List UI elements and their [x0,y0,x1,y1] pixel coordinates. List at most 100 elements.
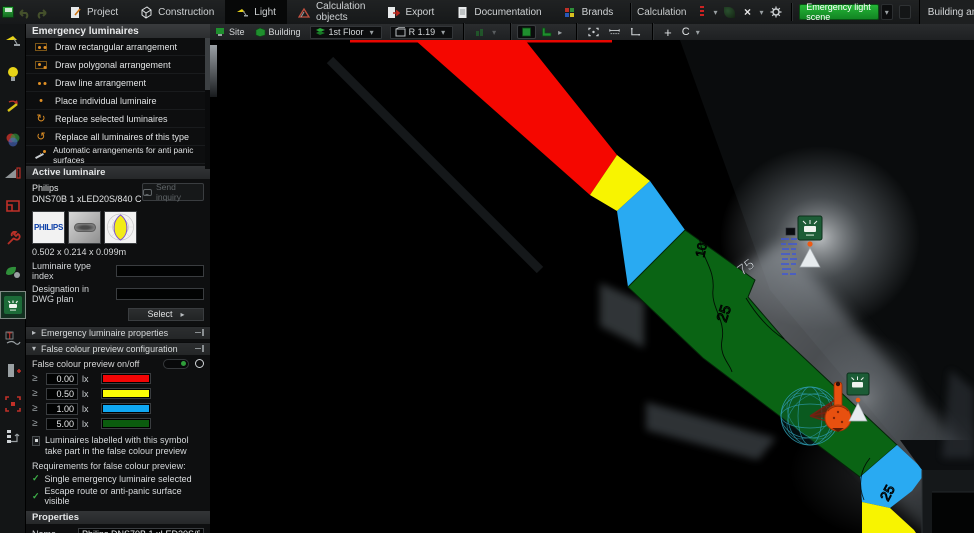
light-scene-button[interactable]: Emergency light scene [799,4,878,20]
calculation-status-button[interactable] [693,2,711,22]
save-button[interactable] [2,3,14,21]
tab-light[interactable]: Light [225,0,287,24]
calculation-dropdown[interactable]: ▾ [711,8,721,17]
type-index-input[interactable] [116,265,204,277]
emergency-luminaire-icon [3,295,23,315]
tool-draw-polygonal[interactable]: Draw polygonal arrangement [26,56,210,74]
false-colour-toggle[interactable] [163,359,189,369]
symbol-icon [32,436,40,446]
select-luminaire-button[interactable]: Select▸ [128,308,204,321]
tool-maintenance[interactable] [1,226,25,252]
measure-button[interactable] [604,24,625,40]
pin-icon[interactable] [195,329,204,336]
site-button[interactable]: Site [210,24,250,40]
surface-outline-icon [4,197,22,215]
name-input[interactable] [78,528,204,533]
threshold-input-3[interactable] [46,418,78,430]
name-label: Name [32,529,74,533]
tab-brands[interactable]: Brands [553,0,625,24]
wand-icon [34,150,46,160]
tab-label: Project [87,7,118,18]
tool-emergency-lighting[interactable] [1,292,25,318]
threshold-input-2[interactable] [46,403,78,415]
tool-place-individual[interactable]: •Place individual luminaire [26,92,210,110]
tab-label: Brands [582,7,614,18]
replace-icon: ↻ [34,112,48,125]
threshold-input-0[interactable] [46,373,78,385]
tool-lamps[interactable] [1,61,25,87]
tool-text-labels[interactable]: T [1,325,25,351]
caret-down-icon: ▾ [882,8,892,17]
separator [652,23,653,41]
requirements-title: Requirements for false colour preview: [32,461,204,471]
view-plan-button[interactable] [517,25,536,39]
brand-logo-thumbnail[interactable]: PHILIPS [32,211,65,244]
luminaire-photo-thumbnail[interactable] [68,211,101,244]
tool-draw-rectangular[interactable]: Draw rectangular arrangement [26,38,210,56]
light-scene-dropdown[interactable]: ▾ [881,4,893,20]
cancel-calculation-button[interactable]: × [739,2,757,22]
room-value: R 1.19 [409,27,436,37]
add-button[interactable]: + [659,24,677,40]
tool-orient-luminaire[interactable] [1,94,25,120]
polygon-arrangement-icon [34,61,48,69]
calculation-status-icon [700,6,704,18]
tab-project[interactable]: Project [58,0,129,24]
dwg-input[interactable] [116,288,204,300]
toggle-label: False colour preview on/off [32,359,139,369]
room-icon [395,27,406,37]
dimension-button[interactable] [625,24,646,40]
calculation-settings-button[interactable] [767,2,785,22]
preview-circle-icon[interactable] [195,359,204,368]
replace-all-icon: ↺ [34,130,48,143]
sign-lamp-glyph [852,382,863,388]
zoom-fit-button[interactable] [583,24,604,40]
tool-automatic-arrangements[interactable]: Automatic arrangements for anti panic su… [26,146,210,164]
leaf-icon [4,264,22,280]
tool-dimming[interactable] [1,160,25,186]
undo-button[interactable] [18,3,31,21]
threshold-input-1[interactable] [46,388,78,400]
tool-luminaires[interactable] [1,28,25,54]
tool-replace-all[interactable]: ↺Replace all luminaires of this type [26,128,210,146]
bulb-icon [5,65,21,83]
threshold-row: ≥ lx [32,418,204,430]
section-false-colour[interactable]: ▾ False colour preview configuration [26,342,210,355]
send-inquiry-button[interactable]: Send inquiry [142,183,204,201]
building-button[interactable]: Building [250,24,306,40]
polar-diagram-thumbnail[interactable] [104,211,137,244]
scene-viewport[interactable]: 10 25 75 25 [210,40,974,533]
doorway-opening [932,492,974,533]
view-3d-button[interactable]: ▸ [536,24,570,40]
tab-export[interactable]: Export [376,0,445,24]
room-selector[interactable]: R 1.19 ▾ [390,26,454,39]
cancel-dropdown[interactable]: ▾ [757,8,767,17]
section-emergency-properties[interactable]: ▸ Emergency luminaire properties [26,326,210,339]
floor-selector[interactable]: 1st Floor ▾ [310,26,382,39]
tool-energy[interactable] [1,259,25,285]
tab-documentation[interactable]: Documentation [445,0,552,24]
colour-swatch-red [102,374,150,383]
rotate-view-button[interactable]: C▾ [677,24,708,40]
single-luminaire-icon: • [34,95,48,107]
main-toolbar: Project Construction Light Calculation o… [0,0,974,24]
tab-construction[interactable]: Construction [129,0,225,24]
tool-draw-line[interactable]: Draw line arrangement [26,74,210,92]
output-button[interactable]: ▾ [470,24,504,40]
polar-curve-icon [105,212,136,243]
tool-workflow[interactable] [1,424,25,450]
tool-columns[interactable] [1,358,25,384]
redo-button[interactable] [35,3,48,21]
tool-light-colour[interactable] [1,127,25,153]
tool-calculation-surfaces[interactable] [1,193,25,219]
energy-button[interactable] [721,2,739,22]
section-label: Emergency luminaire properties [41,328,168,338]
properties-header: Properties [26,511,210,524]
speech-bubble-icon [143,189,152,196]
pin-icon[interactable] [195,345,204,352]
tab-calculation-objects[interactable]: Calculation objects [287,0,376,24]
scene-options-button[interactable] [899,5,911,19]
false-colour-body: False colour preview on/off ≥ lx ≥ lx ≥ … [26,355,210,510]
tool-replace-selected[interactable]: ↻Replace selected luminaires [26,110,210,128]
tool-calculation-region[interactable] [1,391,25,417]
